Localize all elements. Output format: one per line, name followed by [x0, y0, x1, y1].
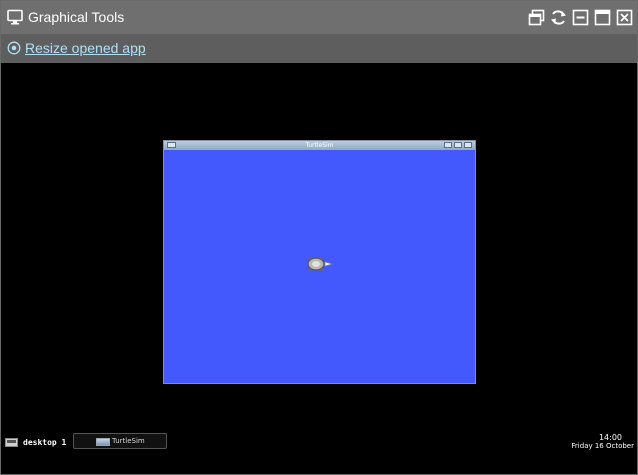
panel-titlebar: Graphical Tools [1, 1, 637, 34]
window-minimize-button[interactable] [444, 142, 452, 148]
panel-title: Graphical Tools [28, 9, 125, 25]
taskbar-turtlesim-button[interactable]: TurtleSim [73, 433, 167, 449]
maximize-icon[interactable] [594, 9, 611, 26]
window-maximize-button[interactable] [454, 142, 462, 148]
turtlesim-task-icon [96, 438, 110, 446]
taskbar-turtlesim-label: TurtleSim [112, 437, 145, 445]
resize-opened-app-link[interactable]: Resize opened app [7, 40, 146, 56]
resize-link-label: Resize opened app [25, 40, 146, 56]
turtlesim-window-title: TurtleSim [305, 142, 334, 149]
turtlesim-window-controls [444, 142, 472, 148]
desktop-icon[interactable] [5, 437, 18, 447]
radio-target-icon [7, 41, 21, 55]
refresh-icon[interactable] [550, 9, 567, 26]
window-close-button[interactable] [464, 142, 472, 148]
graphical-tools-panel: Graphical Tools Resize opened app Turtle… [0, 0, 638, 475]
clock-date: Friday 16 October [571, 442, 634, 450]
close-icon[interactable] [616, 9, 633, 26]
turtle-icon [307, 256, 334, 272]
panel-toolbar: Resize opened app [1, 34, 637, 63]
minimize-icon[interactable] [572, 9, 589, 26]
taskbar-clock: 14:00 Friday 16 October [571, 433, 634, 450]
turtlesim-titlebar[interactable]: TurtleSim [164, 141, 475, 150]
title-controls [528, 9, 633, 26]
remote-desktop-canvas[interactable]: TurtleSim desktop 1 TurtleSim 14:00 Frid… [1, 63, 637, 474]
turtlesim-window[interactable]: TurtleSim [163, 140, 476, 384]
desktop-label: desktop 1 [23, 437, 67, 447]
restore-icon[interactable] [528, 9, 545, 26]
taskbar-desktop: desktop 1 [5, 435, 66, 449]
monitor-icon [7, 9, 23, 25]
clock-time: 14:00 [598, 433, 622, 442]
